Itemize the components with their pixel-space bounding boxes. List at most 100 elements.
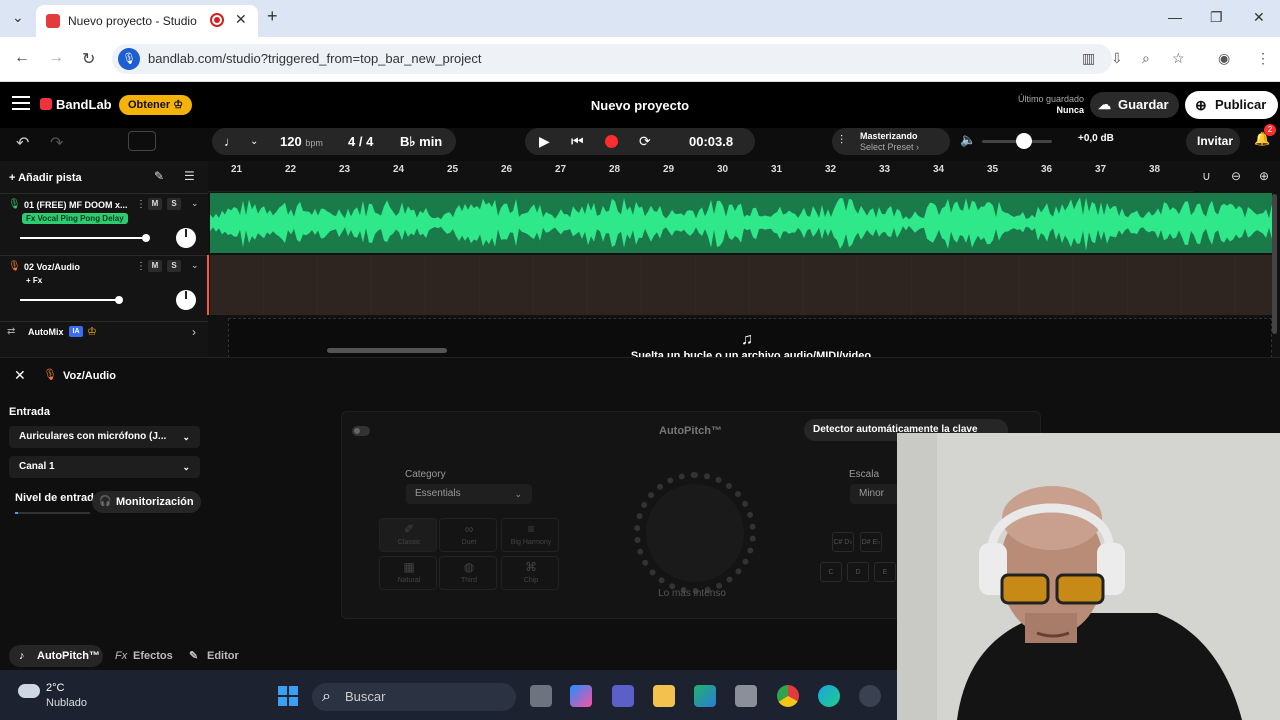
tab-editor[interactable]: ✎ Editor	[187, 645, 239, 667]
install-icon[interactable]: ⇩	[1111, 50, 1123, 67]
preset-big-harmony[interactable]: ≡ Big Harmony	[501, 518, 559, 552]
solo-button[interactable]: S	[167, 260, 181, 272]
microphone-app-icon[interactable]	[735, 685, 757, 707]
tab-autopitch[interactable]: ♪ AutoPitch™	[9, 645, 103, 667]
input-device-select[interactable]: Auriculares con micrófono (J... ⌄	[9, 426, 200, 448]
weather-temp[interactable]: 2°C	[46, 682, 64, 694]
publish-button[interactable]: Publicar	[1185, 91, 1279, 119]
windows-start-icon[interactable]	[278, 686, 298, 706]
track-volume-slider[interactable]	[20, 237, 146, 239]
chevron-down-icon[interactable]: ⌄	[191, 260, 199, 271]
tab-list-icon[interactable]: ⌄	[12, 9, 24, 26]
monitoring-button[interactable]: Monitorización	[92, 491, 201, 513]
preset-natural[interactable]: ▦ Natural	[379, 556, 437, 590]
autopitch-toggle[interactable]	[352, 426, 370, 436]
track-row[interactable]: 🎙 01 (FREE) MF DOOM x... ⋮ M S ⌄ Fx Voca…	[0, 193, 208, 253]
speaker-icon[interactable]: 🔈	[960, 132, 976, 148]
track-volume-knob[interactable]	[142, 234, 150, 242]
magnet-icon[interactable]: ∪	[1202, 169, 1211, 183]
cloud-icon[interactable]	[18, 684, 40, 698]
more-menu-icon[interactable]: ⋮	[1256, 50, 1270, 67]
category-select[interactable]: Essentials ⌄	[406, 484, 532, 504]
record-button[interactable]	[605, 135, 618, 148]
new-tab-icon[interactable]: +	[267, 6, 278, 27]
chevron-right-icon[interactable]: ›	[192, 325, 196, 339]
playhead[interactable]	[207, 255, 209, 315]
microsoft-365-icon[interactable]	[694, 685, 716, 707]
track-volume-knob[interactable]	[115, 296, 123, 304]
fx-badge[interactable]: Fx Vocal Ping Pong Delay	[22, 213, 128, 224]
save-button[interactable]: Guardar	[1090, 92, 1179, 118]
play-icon[interactable]: ▶	[539, 128, 550, 155]
forward-icon[interactable]: →	[48, 49, 64, 67]
invite-button[interactable]: Invitar	[1186, 128, 1240, 155]
audio-region-track-1[interactable]	[210, 193, 1272, 253]
key-button[interactable]: C	[820, 562, 842, 582]
reload-icon[interactable]: ↻	[82, 49, 95, 69]
undo-icon[interactable]: ↶	[16, 133, 29, 153]
scale-select[interactable]: Minor	[850, 484, 900, 504]
mute-button[interactable]: M	[148, 198, 162, 210]
pan-knob[interactable]	[176, 228, 196, 248]
profile-icon[interactable]: ◉	[1218, 50, 1230, 67]
bookmark-star-icon[interactable]: ☆	[1172, 50, 1185, 67]
task-view-icon[interactable]	[530, 685, 552, 707]
keyboard-icon[interactable]	[128, 131, 156, 151]
zoom-in-icon[interactable]: ⊕	[1259, 169, 1269, 183]
minimize-icon[interactable]: —	[1168, 9, 1182, 25]
close-icon[interactable]: ✕	[14, 367, 26, 384]
chevron-down-icon[interactable]: ⌄	[250, 128, 258, 155]
track-volume-slider[interactable]	[20, 299, 119, 301]
restore-icon[interactable]: ❐	[1210, 9, 1223, 26]
intensity-knob[interactable]	[646, 484, 744, 582]
key-button[interactable]: D	[847, 562, 869, 582]
pan-knob[interactable]	[176, 290, 196, 310]
preset-duet[interactable]: ∞ Duet	[439, 518, 497, 552]
zoom-icon[interactable]: ⌕	[1142, 50, 1150, 67]
track-options-icon[interactable]: ⋮	[136, 261, 146, 272]
file-explorer-icon[interactable]	[653, 685, 675, 707]
loop-icon[interactable]: ⟳	[639, 128, 651, 155]
zoom-out-icon[interactable]: ⊖	[1231, 169, 1241, 183]
add-fx-button[interactable]: + Fx	[22, 275, 46, 286]
metronome-icon[interactable]: ♩	[224, 128, 237, 155]
edge-icon[interactable]	[818, 685, 840, 707]
solo-button[interactable]: S	[167, 198, 181, 210]
channel-select[interactable]: Canal 1 ⌄	[9, 456, 200, 478]
browser-tab[interactable]: Nuevo proyecto - Studio ✕	[36, 5, 258, 37]
close-tab-icon[interactable]: ✕	[235, 11, 247, 28]
key-selector[interactable]: B♭ min	[400, 128, 442, 155]
bpm-value[interactable]: 120 bpm	[280, 128, 323, 157]
chrome-icon[interactable]	[777, 685, 799, 707]
vertical-scrollbar[interactable]	[1272, 194, 1277, 334]
horizontal-scrollbar[interactable]	[327, 348, 447, 353]
url-field[interactable]: 🎙 bandlab.com/studio?triggered_from=top_…	[112, 44, 1112, 74]
reading-mode-icon[interactable]: ▥	[1082, 50, 1095, 67]
tuning-fork-icon[interactable]: ✎	[154, 169, 164, 183]
mixer-icon[interactable]: ☰	[184, 169, 195, 183]
back-icon[interactable]: ←	[14, 49, 30, 67]
key-button[interactable]: E	[874, 562, 896, 582]
chevron-down-icon[interactable]: ⌄	[191, 198, 199, 209]
redo-icon[interactable]: ↷	[50, 133, 63, 153]
preset-chip[interactable]: ⌘ Chip	[501, 556, 559, 590]
key-button[interactable]: D# E♭	[860, 532, 882, 552]
track-row[interactable]: 🎙 02 Voz/Audio ⋮ M S ⌄ + Fx	[0, 255, 208, 315]
track-options-icon[interactable]: ⋮	[136, 199, 146, 210]
microphone-icon[interactable]: 🎙	[118, 48, 140, 70]
empty-lane-track-2[interactable]	[210, 255, 1272, 315]
preset-third[interactable]: ◍ Third	[439, 556, 497, 590]
tab-efectos[interactable]: Fx Efectos	[113, 645, 173, 667]
add-track-button[interactable]: + Añadir pista	[9, 168, 82, 188]
timeline-ruler[interactable]: 21 22 23 24 25 26 27 28 29 30 31 32 33 34 35 36 37 38 ∪ ⊖…	[208, 161, 1280, 192]
master-volume-knob[interactable]	[1016, 133, 1032, 149]
preset-classic[interactable]: ✐ Classic	[379, 518, 437, 552]
copilot-icon[interactable]	[570, 685, 592, 707]
taskbar-search[interactable]: Buscar	[312, 683, 516, 711]
teams-icon[interactable]	[612, 685, 634, 707]
skip-back-icon[interactable]: ⏮	[571, 128, 584, 155]
key-button[interactable]: C# D♭	[832, 532, 854, 552]
time-signature[interactable]: 4 / 4	[348, 128, 373, 155]
settings-icon[interactable]	[859, 685, 881, 707]
mastering-button[interactable]: ⫶ Masterizando Select Preset ›	[832, 128, 950, 155]
